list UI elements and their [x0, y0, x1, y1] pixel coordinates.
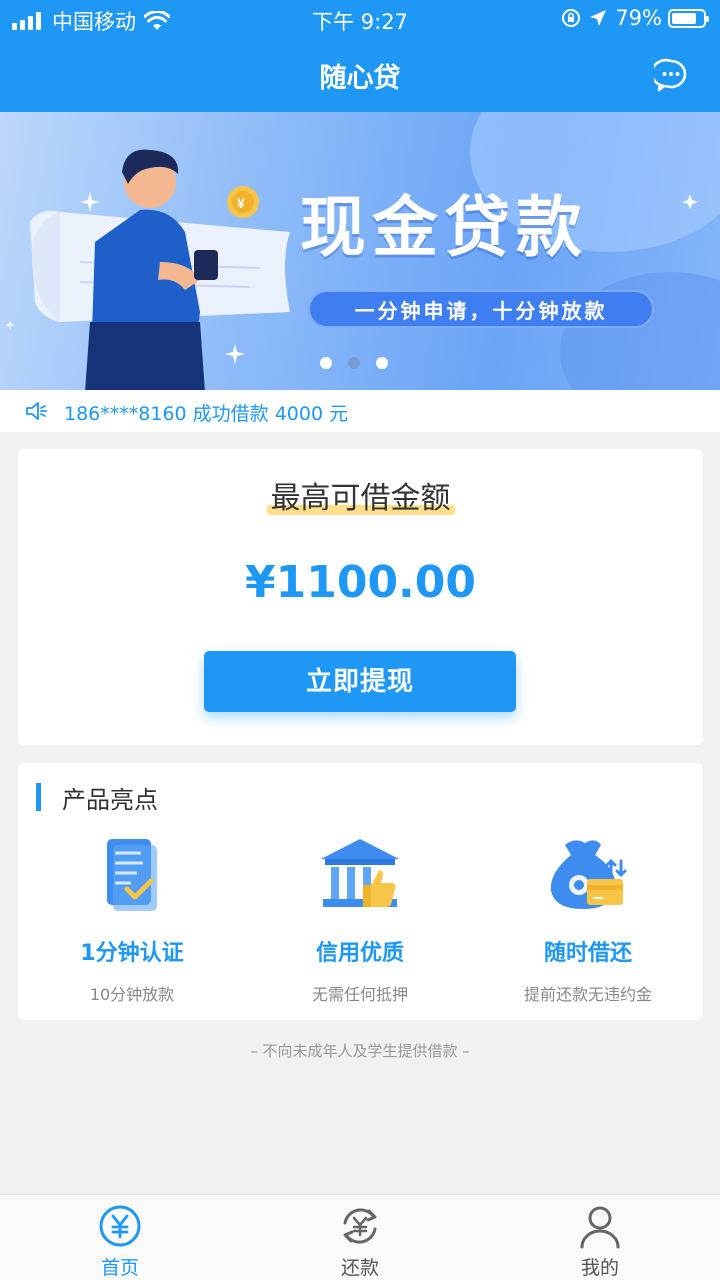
- feature-title: 信用优质: [315, 941, 404, 966]
- product-highlights-card: 产品亮点 1分钟认证 10分钟放款 信用优质 无需任何抵押 随时借还 提前还款无…: [18, 763, 703, 1020]
- svg-text:¥: ¥: [237, 195, 245, 211]
- battery-icon: [668, 8, 709, 28]
- feature-item[interactable]: 随时借还 提前还款无违约金: [474, 835, 702, 1005]
- battery-fill: [672, 12, 696, 24]
- loan-notice-ticker: 186****8160 成功借款 4000 元: [0, 390, 720, 432]
- notice-text: 186****8160 成功借款 4000 元: [64, 403, 349, 425]
- sparkle-icon: [682, 194, 698, 210]
- section-accent-bar: [36, 783, 41, 811]
- document-check-icon: [107, 839, 157, 911]
- tab-home[interactable]: 首页: [60, 1203, 180, 1280]
- person-phone-illustration: ¥: [5, 149, 290, 390]
- amount-label-wrap: 最高可借金额: [18, 473, 703, 517]
- banner-subtitle: 一分钟申请，十分钟放款: [308, 290, 654, 328]
- feature-subtitle: 10分钟放款: [89, 985, 175, 1004]
- disclaimer-text: – 不向未成年人及学生提供借款 –: [250, 1042, 470, 1060]
- tab-label: 还款: [340, 1257, 379, 1279]
- feature-item[interactable]: 1分钟认证 10分钟放款: [18, 835, 246, 1005]
- loan-amount: ¥1100.00: [244, 557, 477, 608]
- location-icon: [590, 10, 607, 26]
- feature-subtitle: 无需任何抵押: [311, 985, 408, 1004]
- tab-mine[interactable]: 我的: [540, 1203, 660, 1280]
- promo-banner[interactable]: ¥ 现金贷款 一分钟申请，十分钟放款: [0, 112, 720, 390]
- chat-bubble-icon[interactable]: [654, 58, 688, 92]
- withdraw-button[interactable]: 立即提现: [204, 651, 516, 712]
- bank-thumbs-up-icon: [321, 839, 399, 907]
- amount-label: 最高可借金额: [266, 473, 455, 517]
- yen-circle-icon: [99, 1205, 141, 1247]
- carousel-dot-active[interactable]: [348, 357, 360, 369]
- feature-title: 1分钟认证: [80, 941, 184, 966]
- speaker-icon: [26, 402, 47, 420]
- section-title: 产品亮点: [62, 786, 158, 814]
- carousel-dot[interactable]: [320, 357, 332, 369]
- feature-title: 随时借还: [543, 941, 632, 966]
- bottom-tab-bar: 首页 还款 我的: [0, 1194, 720, 1280]
- top-bar: 中国移动 下午 9:27 79% 随心贷: [0, 0, 720, 112]
- carousel-dot[interactable]: [376, 357, 388, 369]
- tab-label: 我的: [580, 1257, 619, 1279]
- amount-label-text: 最高可借金额: [270, 481, 451, 516]
- money-bag-card-icon: [550, 840, 627, 909]
- user-icon: [580, 1206, 620, 1249]
- tab-label: 首页: [100, 1257, 139, 1279]
- feature-item[interactable]: 信用优质 无需任何抵押: [246, 835, 474, 1005]
- refresh-yen-icon: [343, 1208, 377, 1244]
- status-right: 79%: [561, 6, 709, 30]
- loan-amount-card: 最高可借金额 ¥1100.00 立即提现: [18, 449, 703, 745]
- tab-repay[interactable]: 还款: [300, 1203, 420, 1280]
- rotation-lock-icon: [562, 9, 581, 27]
- banner-title: 现金贷款: [300, 189, 588, 266]
- status-bar: 中国移动 下午 9:27 79%: [0, 0, 720, 38]
- battery-percent: 79%: [615, 6, 662, 30]
- feature-subtitle: 提前还款无违约金: [523, 985, 652, 1004]
- page-title: 随心贷: [319, 63, 401, 94]
- carousel-dots: [320, 357, 404, 369]
